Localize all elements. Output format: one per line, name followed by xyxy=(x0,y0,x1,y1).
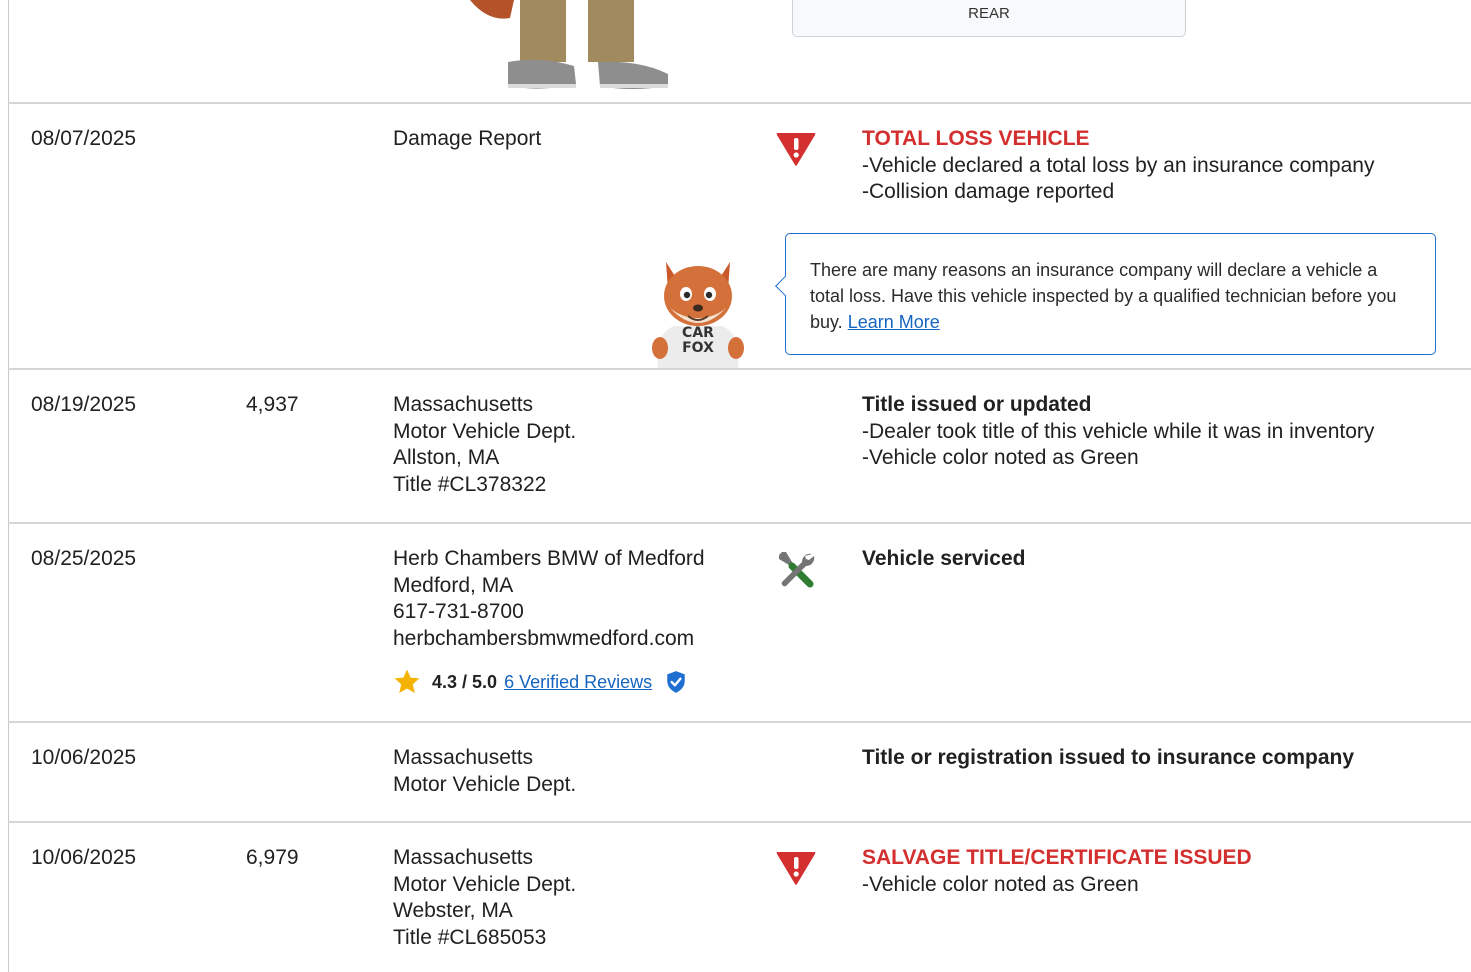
record-comments: Vehicle serviced xyxy=(862,546,1025,573)
record-odometer: 4,937 xyxy=(246,393,299,416)
source-line: Motor Vehicle Dept. xyxy=(393,772,577,796)
record-comments: TOTAL LOSS VEHICLE -Vehicle declared a t… xyxy=(862,126,1374,206)
detail-item: -Vehicle declared a total loss by an ins… xyxy=(862,153,1375,177)
record-heading: TOTAL LOSS VEHICLE xyxy=(862,127,1090,150)
dealer-rating: 4.3 / 5.0 6 Verified Reviews xyxy=(393,668,687,696)
detail-item: -Dealer took title of this vehicle while… xyxy=(862,419,1375,443)
detail-item: -Collision damage reported xyxy=(862,180,1115,204)
source-line: Title #CL685053 xyxy=(393,926,547,950)
record-source: Massachusetts Motor Vehicle Dept. xyxy=(393,745,576,798)
row-divider xyxy=(8,102,1471,104)
source-line: Title #CL378322 xyxy=(393,473,547,497)
record-odometer: 6,979 xyxy=(246,846,299,869)
record-comments: Title issued or updated -Dealer took tit… xyxy=(862,392,1374,472)
rating-score: 4.3 / 5.0 xyxy=(432,672,498,692)
record-source: Massachusetts Motor Vehicle Dept. Allsto… xyxy=(393,392,576,499)
detail-item: -Vehicle color noted as Green xyxy=(862,872,1139,896)
record-comments: Title or registration issued to insuranc… xyxy=(862,745,1354,772)
source-line: Motor Vehicle Dept. xyxy=(393,872,577,896)
star-icon xyxy=(394,669,420,693)
mascot-shirt-text: CAR xyxy=(682,325,714,341)
record-date: 10/06/2025 xyxy=(31,846,137,869)
source-line: herbchambersbmwmedford.com xyxy=(393,627,695,651)
row-divider xyxy=(8,368,1471,370)
record-comments: SALVAGE TITLE/CERTIFICATE ISSUED -Vehicl… xyxy=(862,845,1252,898)
record-source: Damage Report xyxy=(393,126,541,153)
source-line: Massachusetts xyxy=(393,846,534,869)
record-date: 08/25/2025 xyxy=(31,547,137,570)
learn-more-link[interactable]: Learn More xyxy=(848,312,940,332)
record-date: 08/19/2025 xyxy=(31,393,137,416)
source-line: Webster, MA xyxy=(393,899,513,923)
record-heading: SALVAGE TITLE/CERTIFICATE ISSUED xyxy=(862,846,1252,869)
record-heading: Title or registration issued to insuranc… xyxy=(862,746,1355,769)
vehicle-photo-rear-box[interactable]: REAR xyxy=(792,0,1186,37)
row-divider xyxy=(8,721,1471,723)
record-date: 08/07/2025 xyxy=(31,127,137,150)
mascot-shirt-text: FOX xyxy=(682,340,714,356)
photo-box-label: REAR xyxy=(968,5,1010,22)
record-date: 10/06/2025 xyxy=(31,746,137,769)
source-line: Massachusetts xyxy=(393,746,534,769)
source-line: Damage Report xyxy=(393,127,542,150)
source-line: Massachusetts xyxy=(393,393,534,416)
source-line: Medford, MA xyxy=(393,573,514,597)
source-line: Allston, MA xyxy=(393,446,500,470)
record-heading: Title issued or updated xyxy=(862,393,1092,416)
row-divider xyxy=(8,522,1471,524)
alert-triangle-icon xyxy=(776,852,816,885)
carfox-mascot-icon: CAR FOX xyxy=(652,262,744,368)
total-loss-tooltip: There are many reasons an insurance comp… xyxy=(775,233,1436,355)
source-line: 617-731-8700 xyxy=(393,600,524,624)
record-source: Massachusetts Motor Vehicle Dept. Webste… xyxy=(393,845,576,952)
record-source: Herb Chambers BMW of Medford Medford, MA… xyxy=(393,546,705,653)
detail-item: -Vehicle color noted as Green xyxy=(862,446,1139,470)
alert-triangle-icon xyxy=(776,133,816,166)
verified-shield-icon xyxy=(667,671,685,693)
source-line: Motor Vehicle Dept. xyxy=(393,419,577,443)
wrench-screwdriver-icon xyxy=(779,552,815,588)
carfox-mascot-legs-image xyxy=(470,0,668,89)
verified-reviews-link[interactable]: 6 Verified Reviews xyxy=(504,668,652,696)
row-divider xyxy=(8,821,1471,823)
record-heading: Vehicle serviced xyxy=(862,547,1026,570)
source-line: Herb Chambers BMW of Medford xyxy=(393,547,705,570)
